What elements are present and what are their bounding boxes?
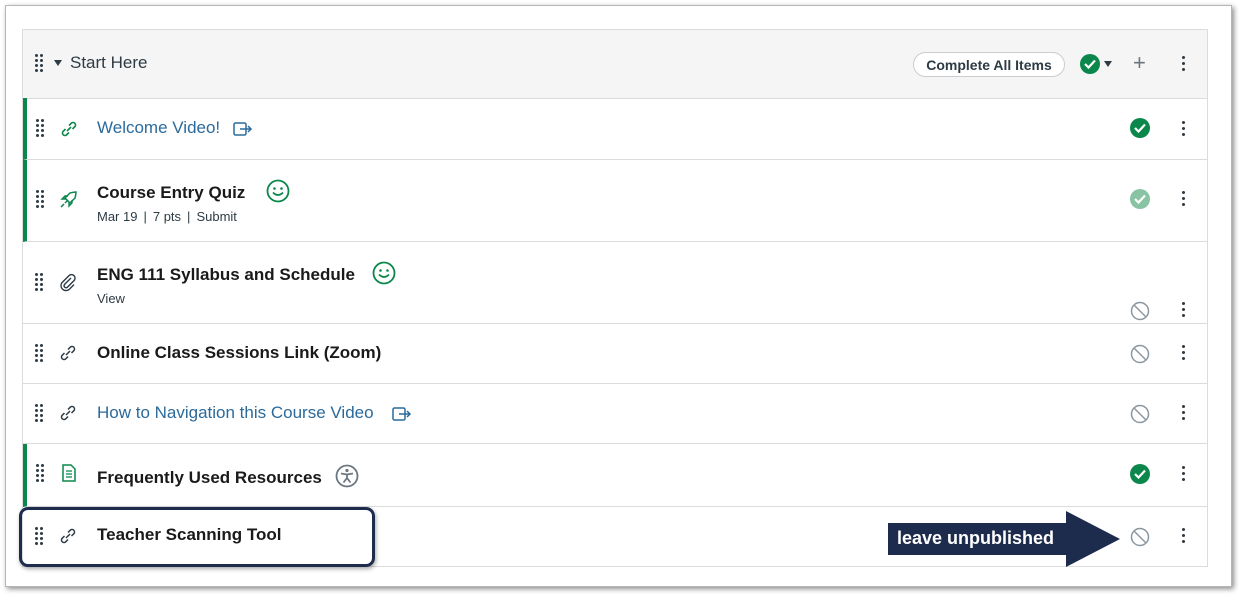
smiley-icon	[372, 261, 396, 285]
link-icon	[60, 405, 76, 421]
item-options-icon[interactable]	[1182, 405, 1186, 421]
module-item-welcome-video[interactable]: Welcome Video!	[23, 98, 1207, 160]
external-link-icon	[233, 122, 253, 136]
unpublished-icon[interactable]	[1130, 404, 1150, 424]
published-icon[interactable]	[1130, 189, 1150, 209]
item-options-icon[interactable]	[1182, 302, 1186, 318]
module-header[interactable]: Start Here Complete All Items +	[23, 30, 1207, 99]
publish-menu-caret-icon[interactable]	[1104, 61, 1112, 67]
module-options-icon[interactable]	[1182, 56, 1186, 72]
module-item-course-entry-quiz[interactable]: Course Entry Quiz Mar 19 | 7 pts | Submit	[23, 160, 1207, 242]
drag-handle-icon[interactable]	[36, 190, 46, 208]
smiley-icon	[266, 179, 290, 203]
module-title: Start Here	[70, 53, 148, 72]
unpublished-icon[interactable]	[1130, 527, 1150, 547]
module-published-icon[interactable]	[1080, 54, 1100, 74]
complete-all-items-button[interactable]: Complete All Items	[913, 52, 1065, 77]
item-title[interactable]: Frequently Used Resources	[97, 468, 322, 488]
module-item-online-class-sessions[interactable]: Online Class Sessions Link (Zoom)	[23, 324, 1207, 384]
item-options-icon[interactable]	[1182, 466, 1186, 482]
points: 7 pts	[152, 209, 182, 224]
module-item-frequently-used-resources[interactable]: Frequently Used Resources	[23, 444, 1207, 507]
module-item-eng-111-syllabus[interactable]: ENG 111 Syllabus and Schedule View	[23, 242, 1207, 324]
paperclip-icon	[60, 273, 76, 292]
quiz-rocket-icon	[60, 191, 77, 208]
drag-handle-icon[interactable]	[35, 344, 45, 362]
drag-handle-icon[interactable]	[35, 273, 45, 291]
accessibility-icon	[335, 464, 359, 488]
module-item-how-to-navigation[interactable]: How to Navigation this Course Video	[23, 384, 1207, 444]
submit-requirement: Submit	[196, 209, 237, 224]
item-title[interactable]: How to Navigation this Course Video	[97, 403, 374, 423]
item-options-icon[interactable]	[1182, 528, 1186, 544]
item-title[interactable]: ENG 111 Syllabus and Schedule	[97, 265, 355, 285]
module-start-here: Start Here Complete All Items + Welcome …	[22, 29, 1208, 567]
item-title[interactable]: Course Entry Quiz	[97, 183, 245, 203]
item-options-icon[interactable]	[1182, 345, 1186, 361]
item-meta: Mar 19 | 7 pts | Submit	[97, 209, 237, 224]
published-icon[interactable]	[1130, 464, 1150, 484]
item-options-icon[interactable]	[1182, 191, 1186, 207]
drag-handle-icon[interactable]	[35, 404, 45, 422]
page-document-icon	[62, 464, 76, 482]
link-icon	[60, 345, 76, 361]
item-title[interactable]: Welcome Video!	[97, 118, 220, 138]
published-icon[interactable]	[1130, 118, 1150, 138]
item-title[interactable]: Online Class Sessions Link (Zoom)	[97, 343, 381, 363]
callout-arrow: leave unpublished	[888, 511, 1120, 567]
item-options-icon[interactable]	[1182, 121, 1186, 137]
item-meta: View	[97, 291, 125, 306]
drag-handle-icon[interactable]	[36, 464, 46, 482]
add-item-button[interactable]: +	[1133, 52, 1146, 74]
link-icon	[61, 121, 77, 137]
view-requirement: View	[97, 291, 125, 306]
external-link-icon	[392, 407, 412, 421]
callout-text: leave unpublished	[897, 528, 1055, 548]
drag-handle-icon[interactable]	[36, 119, 46, 137]
unpublished-icon[interactable]	[1130, 344, 1150, 364]
collapse-caret-icon[interactable]	[54, 60, 62, 66]
highlight-box	[19, 507, 375, 567]
due-date: Mar 19	[97, 209, 138, 224]
unpublished-icon[interactable]	[1130, 301, 1150, 321]
drag-handle-icon[interactable]	[35, 54, 45, 72]
